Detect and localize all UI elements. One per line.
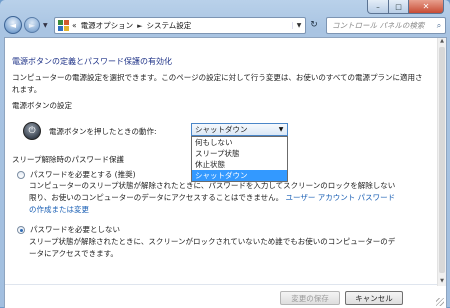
content-pane: 電源ボタンの定義とパスワード保護の有効化 コンピューターの電源設定を選択できます… <box>4 37 447 308</box>
intro-text: コンピューターの電源設定を選択できます。このページの設定に対して行う変更は、お使… <box>12 73 423 94</box>
control-panel-window: – □ ✕ ◄ ► ▼ « 電源オプション ► システム設定 ▼ ↻ コントロー… <box>0 0 450 308</box>
radio-no-password-button[interactable] <box>17 225 25 234</box>
breadcrumb-system-settings[interactable]: システム設定 <box>146 20 191 31</box>
chevron-down-icon[interactable]: ▼ <box>275 126 287 133</box>
radio-require-password-button[interactable] <box>17 170 25 179</box>
refresh-button[interactable]: ↻ <box>307 17 321 32</box>
cancel-button[interactable]: キャンセル <box>345 291 403 305</box>
radio-no-password[interactable]: パスワードを必要としない <box>17 224 120 235</box>
option-sleep[interactable]: スリープ状態 <box>192 148 287 159</box>
search-input[interactable]: コントロール パネルの検索 <box>327 20 433 31</box>
back-button[interactable]: ◄ <box>4 16 22 34</box>
breadcrumb-prefix[interactable]: « <box>72 21 77 30</box>
power-action-selected-value: シャットダウン <box>195 125 248 134</box>
power-action-dropdown-list: 何もしない スリープ状態 休止状態 シャットダウン <box>191 136 288 182</box>
breadcrumb-power-options[interactable]: 電源オプション <box>81 20 134 31</box>
power-action-select[interactable]: シャットダウン ▼ <box>191 123 288 136</box>
power-icon: ⏻ <box>23 122 41 140</box>
navigation-bar: ◄ ► ▼ « 電源オプション ► システム設定 ▼ ↻ コントロール パネルの… <box>4 14 446 36</box>
option-shutdown[interactable]: シャットダウン <box>192 170 287 181</box>
recent-pages-dropdown[interactable]: ▼ <box>43 22 48 29</box>
breadcrumb-separator[interactable]: ► <box>137 22 142 30</box>
power-button-section-title: 電源ボタンの設定 <box>12 101 72 110</box>
search-icon[interactable]: ⌕ <box>433 21 445 31</box>
save-changes-button[interactable]: 変更の保存 <box>280 291 340 305</box>
page-title: 電源ボタンの定義とパスワード保護の有効化 <box>12 57 172 66</box>
power-button-row: ⏻ 電源ボタンを押したときの動作: <box>23 122 157 140</box>
scroll-thumb[interactable] <box>439 47 445 273</box>
address-bar[interactable]: « 電源オプション ► システム設定 ▼ <box>54 17 306 34</box>
resize-grip-icon[interactable] <box>436 298 444 306</box>
radio-require-password[interactable]: パスワードを必要とする (推奨) <box>17 169 136 180</box>
forward-button[interactable]: ► <box>24 17 40 33</box>
scroll-up-icon[interactable]: ▲ <box>438 38 446 46</box>
power-button-label: 電源ボタンを押したときの動作: <box>49 126 157 136</box>
radio-require-password-label[interactable]: パスワードを必要とする (推奨) <box>30 169 136 180</box>
vertical-scrollbar[interactable]: ▲ ▼ <box>437 38 446 286</box>
control-panel-icon <box>58 20 69 31</box>
footer-divider <box>5 284 446 285</box>
search-box[interactable]: コントロール パネルの検索 ⌕ <box>326 17 446 34</box>
address-dropdown-icon[interactable]: ▼ <box>292 22 305 29</box>
maximize-button[interactable]: □ <box>389 0 409 14</box>
window-controls: – □ ✕ <box>367 0 444 14</box>
require-password-description: コンピューターのスリープ状態が解除されたときに、パスワードを入力してスクリーンの… <box>29 180 399 216</box>
wake-password-section-title: スリープ解除時のパスワード保護 <box>12 155 125 164</box>
option-do-nothing[interactable]: 何もしない <box>192 137 287 148</box>
scroll-down-icon[interactable]: ▼ <box>438 278 446 286</box>
radio-no-password-label[interactable]: パスワードを必要としない <box>30 224 120 235</box>
option-hibernate[interactable]: 休止状態 <box>192 159 287 170</box>
no-password-description: スリープ状態が解除されたときに、スクリーンがロックされていないため誰でもお使いの… <box>29 237 396 258</box>
close-button[interactable]: ✕ <box>409 0 444 14</box>
minimize-button[interactable]: – <box>367 0 389 14</box>
